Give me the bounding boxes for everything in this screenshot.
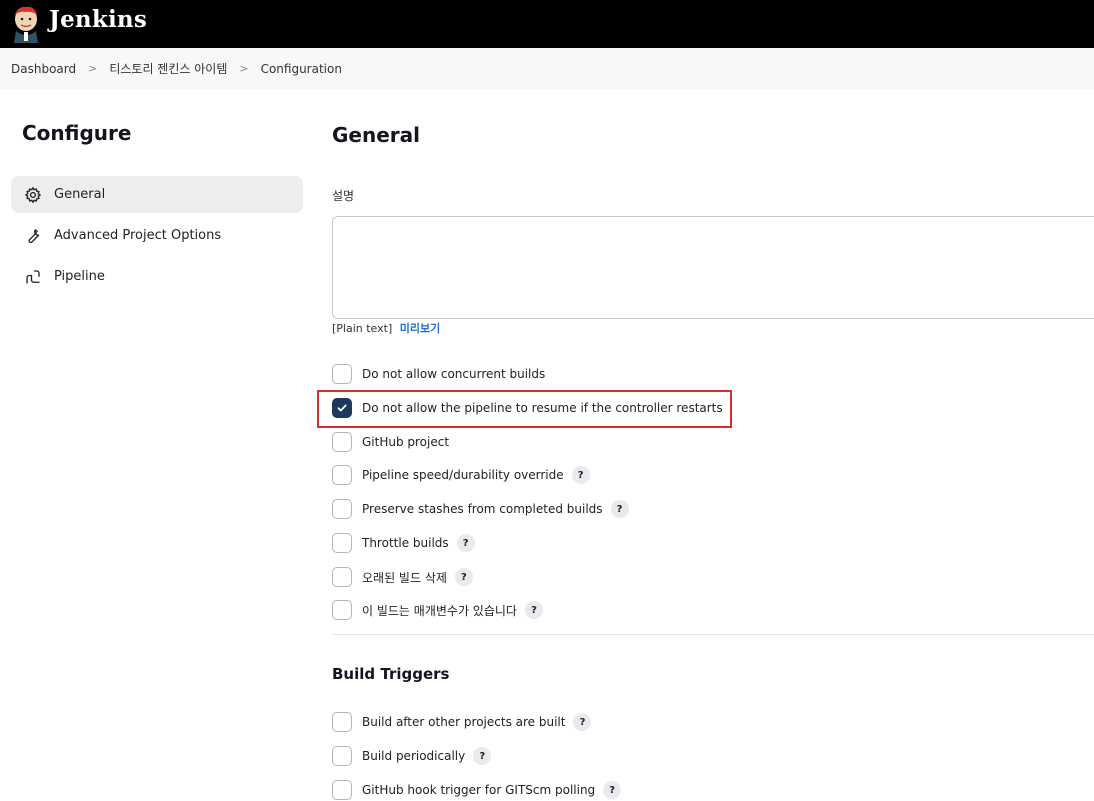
sidebar-item-label: General — [54, 187, 106, 202]
gear-icon — [23, 185, 42, 204]
option-row[interactable]: Throttle builds ? — [332, 532, 475, 554]
help-icon[interactable]: ? — [571, 466, 590, 484]
sidebar-item-pipeline[interactable]: Pipeline — [11, 258, 303, 295]
option-row[interactable]: Build periodically ? — [332, 745, 492, 767]
sidebar-item-advanced-project-options[interactable]: Advanced Project Options — [11, 217, 303, 254]
checkmark-icon — [337, 404, 347, 412]
checkbox[interactable] — [332, 499, 352, 519]
option-label[interactable]: GitHub hook trigger for GITScm polling — [362, 783, 595, 797]
option-row[interactable]: GitHub hook trigger for GITScm polling ? — [332, 779, 622, 801]
help-icon[interactable]: ? — [610, 500, 629, 518]
section-divider — [332, 634, 1094, 635]
checkbox[interactable] — [332, 432, 352, 452]
help-icon[interactable]: ? — [524, 601, 543, 619]
option-row[interactable]: Do not allow concurrent builds — [332, 363, 545, 385]
jenkins-logo-icon[interactable] — [10, 5, 42, 43]
top-bar: Jenkins — [0, 0, 1094, 48]
option-label[interactable]: GitHub project — [362, 435, 449, 449]
checkbox-checked[interactable] — [332, 398, 352, 418]
help-icon[interactable]: ? — [454, 568, 473, 586]
option-label[interactable]: 오래된 빌드 삭제 — [362, 569, 447, 586]
option-label[interactable]: Build periodically — [362, 749, 465, 763]
chevron-right-icon: > — [88, 62, 98, 75]
section-heading-build-triggers: Build Triggers — [332, 665, 450, 683]
sidebar-item-label: Pipeline — [54, 269, 105, 284]
description-textarea[interactable] — [332, 216, 1094, 319]
breadcrumb-configuration[interactable]: Configuration — [261, 62, 342, 76]
option-label[interactable]: Build after other projects are built — [362, 715, 565, 729]
option-label[interactable]: Pipeline speed/durability override — [362, 468, 564, 482]
sidebar-item-general[interactable]: General — [11, 176, 303, 213]
breadcrumb-dashboard[interactable]: Dashboard — [11, 62, 76, 76]
option-row[interactable]: GitHub project — [332, 431, 449, 453]
option-label[interactable]: Do not allow concurrent builds — [362, 367, 545, 381]
option-label[interactable]: 이 빌드는 매개변수가 있습니다 — [362, 602, 517, 619]
breadcrumb-item[interactable]: 티스토리 젠킨스 아이템 — [109, 60, 227, 77]
chevron-right-icon: > — [239, 62, 249, 75]
wrench-icon — [23, 226, 42, 245]
option-row[interactable]: Preserve stashes from completed builds ? — [332, 498, 629, 520]
checkbox[interactable] — [332, 465, 352, 485]
checkbox[interactable] — [332, 364, 352, 384]
checkbox[interactable] — [332, 567, 352, 587]
option-row[interactable]: Build after other projects are built ? — [332, 711, 592, 733]
section-heading-general: General — [332, 123, 420, 147]
breadcrumb: Dashboard > 티스토리 젠킨스 아이템 > Configuration — [0, 48, 1094, 89]
option-row[interactable]: 오래된 빌드 삭제 ? — [332, 566, 473, 588]
pipeline-icon — [23, 267, 42, 286]
help-icon[interactable]: ? — [473, 747, 492, 765]
checkbox[interactable] — [332, 780, 352, 800]
option-label[interactable]: Preserve stashes from completed builds — [362, 502, 603, 516]
option-row[interactable]: 이 빌드는 매개변수가 있습니다 ? — [332, 599, 543, 621]
description-format-row: [Plain text] 미리보기 — [332, 320, 440, 336]
sidebar-item-label: Advanced Project Options — [54, 228, 222, 243]
help-icon[interactable]: ? — [456, 534, 475, 552]
checkbox[interactable] — [332, 533, 352, 553]
description-label: 설명 — [332, 189, 355, 203]
app-brand[interactable]: Jenkins — [49, 6, 147, 33]
checkbox[interactable] — [332, 712, 352, 732]
option-label[interactable]: Throttle builds — [362, 536, 449, 550]
preview-link[interactable]: 미리보기 — [400, 322, 440, 335]
sidebar-title: Configure — [22, 121, 132, 145]
checkbox[interactable] — [332, 746, 352, 766]
option-row[interactable]: Do not allow the pipeline to resume if t… — [332, 397, 723, 419]
plain-text-label: [Plain text] — [332, 322, 393, 335]
option-label[interactable]: Do not allow the pipeline to resume if t… — [362, 401, 723, 415]
help-icon[interactable]: ? — [603, 781, 622, 799]
help-icon[interactable]: ? — [573, 713, 592, 731]
checkbox[interactable] — [332, 600, 352, 620]
option-row[interactable]: Pipeline speed/durability override ? — [332, 464, 590, 486]
